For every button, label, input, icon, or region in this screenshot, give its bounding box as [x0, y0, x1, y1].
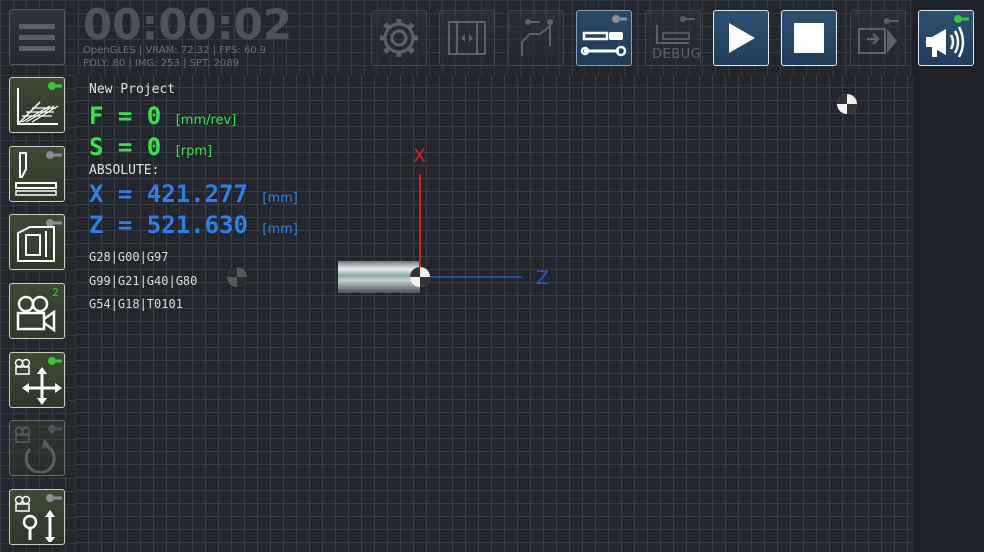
scene-overlay [227, 94, 857, 293]
workpiece-stock [338, 261, 420, 293]
origin-marker-icon [410, 267, 430, 287]
tool-marker-icon[interactable] [837, 94, 857, 114]
reference-marker-icon [227, 267, 247, 287]
z-axis-label: Z [536, 267, 550, 289]
x-axis-label: X [413, 145, 427, 167]
